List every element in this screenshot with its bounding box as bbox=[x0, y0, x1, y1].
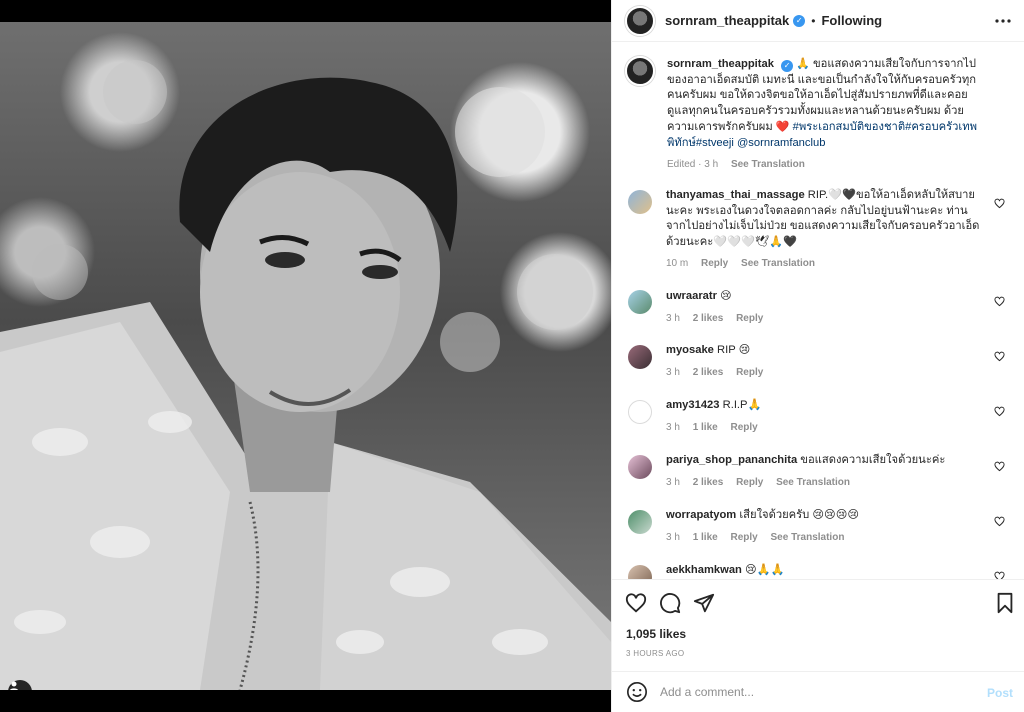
commenter-avatar[interactable] bbox=[628, 290, 652, 314]
comment-likes[interactable]: 2 likes bbox=[693, 313, 724, 324]
comment-text: R.I.P🙏 bbox=[722, 399, 762, 411]
following-button[interactable]: Following bbox=[821, 13, 882, 28]
reply-button[interactable]: Reply bbox=[736, 313, 763, 324]
comment-likes[interactable]: 2 likes bbox=[693, 367, 724, 378]
comment-like-heart-icon[interactable] bbox=[994, 571, 1005, 579]
author-avatar[interactable] bbox=[625, 5, 655, 36]
likes-count[interactable]: 1,095 likes bbox=[626, 627, 686, 641]
comment-text: 😢 bbox=[720, 289, 732, 302]
portrait-illustration bbox=[0, 60, 611, 690]
post-side-panel: sornram_theappitak ✓ • Following sornram… bbox=[611, 0, 1024, 712]
reply-button[interactable]: Reply bbox=[701, 258, 728, 269]
caption-emoji: 🙏 bbox=[796, 57, 810, 70]
comment-time: 3 h bbox=[666, 366, 680, 378]
comment-item: myosake RIP 😢 3 h 2 likes Reply bbox=[625, 343, 1015, 380]
smiley-icon[interactable] bbox=[626, 681, 648, 703]
reply-button[interactable]: Reply bbox=[731, 422, 758, 433]
comment-input[interactable] bbox=[660, 685, 960, 699]
heart-icon[interactable] bbox=[625, 592, 647, 614]
commenter-username[interactable]: worrapatyom bbox=[666, 509, 736, 521]
comment-likes[interactable]: 2 likes bbox=[693, 477, 724, 488]
heart-emoji: ❤️ bbox=[775, 120, 790, 133]
caption-mention[interactable]: @sornramfanclub bbox=[737, 137, 825, 149]
commenter-avatar[interactable] bbox=[628, 190, 652, 214]
comment-like-heart-icon[interactable] bbox=[994, 406, 1005, 417]
comment-meta: 3 h 1 like Reply See Translation bbox=[666, 530, 986, 546]
comment-meta: 3 h 2 likes Reply bbox=[666, 311, 986, 327]
comment-time: 3 h bbox=[666, 476, 680, 488]
comment-like-heart-icon[interactable] bbox=[994, 296, 1005, 307]
comments-list[interactable]: sornram_theappitak ✓ 🙏 ขอแสดงความเสียใจก… bbox=[612, 42, 1024, 579]
comment-item: pariya_shop_pananchita ขอแสดงความเสียใจด… bbox=[625, 453, 1015, 490]
post-header: sornram_theappitak ✓ • Following bbox=[612, 0, 1024, 42]
comment-item: worrapatyom เสียใจด้วยครับ 😢😢😢😢 3 h 1 li… bbox=[625, 508, 1015, 545]
comment-time: 3 h bbox=[666, 531, 680, 543]
bookmark-icon[interactable] bbox=[994, 592, 1016, 614]
post-photo[interactable] bbox=[0, 22, 611, 690]
caption-meta: Edited · 3 h See Translation bbox=[667, 157, 987, 173]
comment-meta: 10 m Reply See Translation bbox=[666, 256, 986, 272]
see-translation-button[interactable]: See Translation bbox=[771, 532, 845, 543]
add-comment-bar: Post bbox=[612, 671, 1024, 712]
commenter-username[interactable]: pariya_shop_pananchita bbox=[666, 454, 797, 466]
post-button[interactable]: Post bbox=[987, 686, 1013, 700]
comment-time: 3 h bbox=[666, 421, 680, 433]
caption-avatar[interactable] bbox=[625, 56, 655, 86]
commenter-username[interactable]: thanyamas_thai_massage bbox=[666, 189, 805, 201]
verified-badge-icon: ✓ bbox=[781, 60, 794, 72]
comment-text: เสียใจด้วยครับ 😢😢😢😢 bbox=[739, 509, 860, 521]
photo-bottom-bar bbox=[0, 690, 611, 712]
commenter-username[interactable]: aekkhamkwan bbox=[666, 564, 742, 576]
reply-button[interactable]: Reply bbox=[736, 477, 763, 488]
comment-item: aekkhamkwan 😢🙏🙏 bbox=[625, 563, 1015, 579]
see-translation-button[interactable]: See Translation bbox=[776, 477, 850, 488]
see-translation-button[interactable]: See Translation bbox=[741, 258, 815, 269]
comment-likes[interactable]: 1 like bbox=[693, 532, 718, 543]
comment-time: 3 h bbox=[666, 312, 680, 324]
comment-like-heart-icon[interactable] bbox=[994, 516, 1005, 527]
comment-text: ขอแสดงความเสียใจด้วยนะค่ะ bbox=[800, 454, 946, 466]
reply-button[interactable]: Reply bbox=[736, 367, 763, 378]
comment-meta: 3 h 1 like Reply bbox=[666, 420, 986, 436]
comment-text: RIP 😢 bbox=[717, 344, 751, 356]
comment-text: 😢🙏🙏 bbox=[744, 564, 785, 576]
caption-entry: sornram_theappitak ✓ 🙏 ขอแสดงความเสียใจก… bbox=[625, 56, 1015, 173]
reply-button[interactable]: Reply bbox=[731, 532, 758, 543]
author-username[interactable]: sornram_theappitak bbox=[665, 13, 789, 28]
commenter-avatar[interactable] bbox=[628, 510, 652, 534]
post-photo-panel bbox=[0, 0, 611, 712]
comment-meta: 3 h 2 likes Reply See Translation bbox=[666, 475, 986, 491]
caption-see-translation[interactable]: See Translation bbox=[731, 159, 805, 170]
comment-meta: 3 h 2 likes Reply bbox=[666, 365, 986, 381]
commenter-avatar[interactable] bbox=[628, 345, 652, 369]
post-actions: 1,095 likes 3 HOURS AGO bbox=[612, 579, 1024, 671]
comment-like-heart-icon[interactable] bbox=[994, 351, 1005, 362]
comment-item: uwraaratr 😢 3 h 2 likes Reply bbox=[625, 288, 1015, 326]
caption-edited: Edited · 3 h bbox=[667, 159, 719, 170]
comment-time: 10 m bbox=[666, 258, 689, 269]
commenter-username[interactable]: amy31423 bbox=[666, 399, 720, 411]
commenter-avatar[interactable] bbox=[628, 565, 652, 579]
comment-likes[interactable]: 1 like bbox=[693, 422, 718, 433]
comment-icon[interactable] bbox=[659, 592, 681, 614]
caption-username[interactable]: sornram_theappitak bbox=[667, 58, 774, 70]
ellipsis-icon[interactable] bbox=[995, 14, 1011, 28]
commenter-username[interactable]: myosake bbox=[666, 344, 714, 356]
commenter-avatar[interactable] bbox=[628, 400, 652, 424]
photo-top-bar bbox=[0, 0, 611, 22]
paper-plane-icon[interactable] bbox=[693, 592, 715, 614]
user-icon bbox=[9, 681, 19, 690]
commenter-username[interactable]: uwraaratr bbox=[666, 290, 717, 302]
post-timestamp[interactable]: 3 HOURS AGO bbox=[626, 649, 684, 658]
header-separator: • bbox=[811, 13, 816, 28]
commenter-avatar[interactable] bbox=[628, 455, 652, 479]
verified-badge-icon: ✓ bbox=[793, 14, 806, 27]
comment-like-heart-icon[interactable] bbox=[994, 198, 1005, 209]
comment-item: thanyamas_thai_massage RIP.🤍🖤ขอให้อาเอ็ด… bbox=[625, 188, 1015, 272]
comment-item: amy31423 R.I.P🙏 3 h 1 like Reply bbox=[625, 398, 1015, 435]
comment-like-heart-icon[interactable] bbox=[994, 461, 1005, 472]
